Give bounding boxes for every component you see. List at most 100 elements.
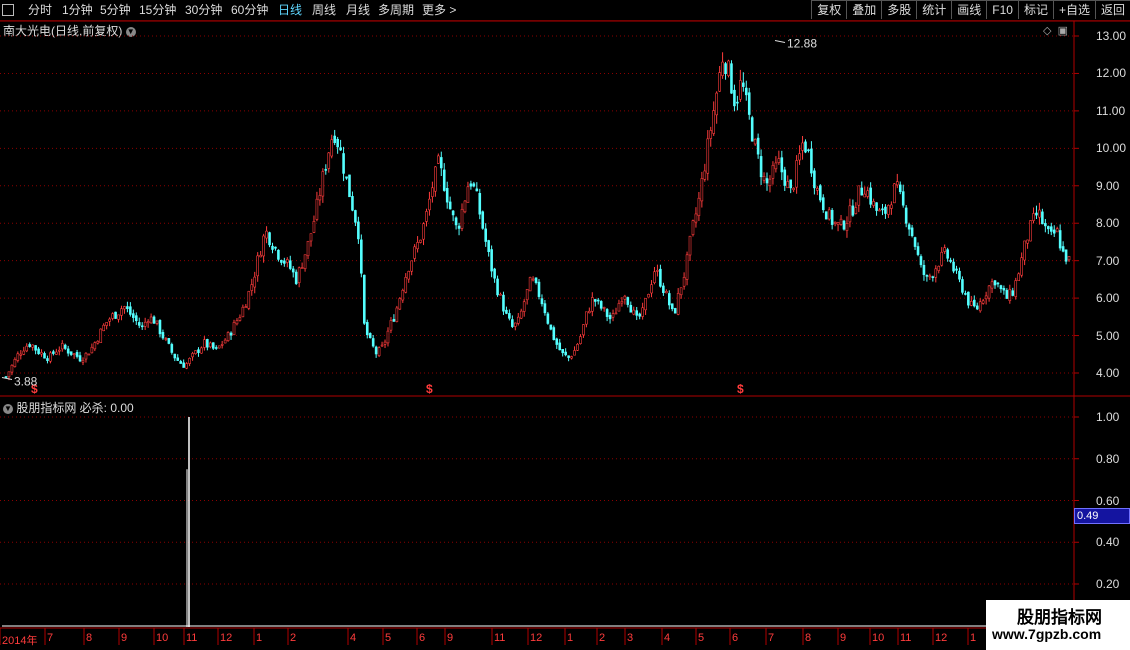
candle-body (303, 254, 307, 269)
candle-body (377, 347, 381, 356)
candle-body (57, 349, 61, 352)
maximize-icon[interactable]: ▣ (1058, 25, 1068, 37)
candle-body (872, 201, 875, 206)
chevron-down-icon[interactable]: ▼ (125, 26, 136, 37)
candle-body (220, 344, 224, 346)
candle-body (996, 282, 1000, 285)
candle-body (120, 308, 123, 316)
candle-body (590, 297, 594, 312)
tool-button-1[interactable]: 叠加 (846, 0, 882, 19)
candle-body (901, 191, 905, 206)
signal-marker: $ (737, 382, 744, 396)
candle-body (342, 153, 345, 174)
candle-body (593, 299, 597, 302)
candle-body (134, 315, 138, 322)
candle-body (614, 312, 618, 315)
candle-body (863, 193, 867, 198)
tool-button-0[interactable]: 复权 (811, 0, 847, 19)
candle-body (229, 332, 233, 336)
candle-body (271, 245, 274, 250)
candle-body (354, 210, 357, 223)
candle-body (469, 183, 473, 187)
tab-period-1[interactable]: 1分钟 (62, 2, 93, 18)
candle-body (596, 299, 600, 302)
candle-body (644, 297, 647, 311)
candle-body (564, 351, 567, 356)
tab-period-2[interactable]: 5分钟 (100, 2, 131, 18)
candle-body (277, 249, 280, 260)
candle-body (306, 240, 310, 257)
candle-body (934, 268, 938, 278)
candle-body (481, 211, 485, 229)
tool-button-4[interactable]: 画线 (951, 0, 987, 19)
menu-box-icon[interactable] (2, 4, 14, 16)
candle-body (197, 349, 200, 353)
candle-body (283, 260, 286, 264)
candle-body (810, 148, 813, 174)
candle-body (300, 267, 304, 269)
tool-button-8[interactable]: 返回 (1094, 0, 1130, 19)
ind-y-axis-label: 0.60 (1096, 493, 1120, 508)
y-axis-label: 5.00 (1096, 328, 1120, 343)
kline-chart[interactable]: $ $ $ 12.88 3.88 (0, 0, 1130, 650)
tab-period-4[interactable]: 30分钟 (185, 2, 222, 18)
tab-period-3[interactable]: 15分钟 (139, 2, 176, 18)
candle-body (946, 249, 949, 259)
candle-body (833, 221, 837, 224)
candle-body (448, 201, 452, 210)
tool-button-6[interactable]: 标记 (1017, 0, 1053, 19)
candle-body (223, 339, 227, 344)
candle-body (993, 280, 997, 286)
low-price-label: 3.88 (14, 374, 38, 388)
candle-body (380, 344, 384, 347)
candle-body (493, 268, 496, 279)
tab-period-6[interactable]: 日线 (278, 2, 302, 18)
tool-button-2[interactable]: 多股 (881, 0, 917, 19)
candle-body (792, 187, 795, 191)
candle-body (383, 341, 387, 345)
tool-button-7[interactable]: +自选 (1052, 0, 1095, 19)
candle-body (28, 344, 31, 347)
candle-body (999, 285, 1003, 290)
candle-body (620, 301, 624, 304)
candle-body (638, 313, 641, 317)
chevron-down-icon[interactable]: ▼ (3, 403, 13, 414)
candle-body (955, 268, 958, 271)
tab-period-10[interactable]: 更多 > (422, 2, 456, 18)
tab-period-7[interactable]: 周线 (312, 2, 336, 18)
candle-body (309, 233, 313, 242)
candle-body (398, 298, 402, 310)
candle-body (750, 117, 754, 142)
candle-body (250, 284, 254, 291)
tab-period-9[interactable]: 多周期 (378, 2, 414, 18)
candle-body (333, 135, 336, 143)
tab-period-8[interactable]: 月线 (346, 2, 370, 18)
candle-body (241, 306, 245, 318)
x-axis-label: 11 (186, 632, 198, 644)
candle-body (46, 358, 49, 361)
tab-period-5[interactable]: 60分钟 (231, 2, 268, 18)
candle-body (389, 320, 393, 331)
candle-body (967, 291, 970, 306)
candle-body (425, 211, 428, 222)
candle-body (984, 295, 988, 300)
stock-title-text: 南大光电(日线,前复权) (3, 24, 123, 38)
diamond-icon[interactable]: ◇ (1043, 25, 1051, 37)
tool-button-5[interactable]: F10 (986, 0, 1018, 19)
y-axis-label: 12.00 (1096, 66, 1127, 81)
tab-period-0[interactable]: 分时 (28, 2, 52, 18)
tool-button-3[interactable]: 统计 (916, 0, 952, 19)
candle-body (659, 268, 662, 287)
candle-body (117, 314, 120, 320)
candle-body (913, 237, 917, 247)
candle-body (126, 306, 129, 309)
candle-body (63, 344, 67, 349)
candle-body (188, 358, 191, 364)
candle-body (670, 303, 674, 310)
candle-body (238, 317, 242, 321)
tool-buttons: 复权 叠加 多股 统计 画线 F10 标记 +自选 返回 (811, 0, 1130, 20)
candle-body (1055, 228, 1059, 233)
x-axis-label: 12 (935, 632, 948, 644)
candle-body (416, 242, 419, 250)
candle-body (783, 169, 787, 186)
